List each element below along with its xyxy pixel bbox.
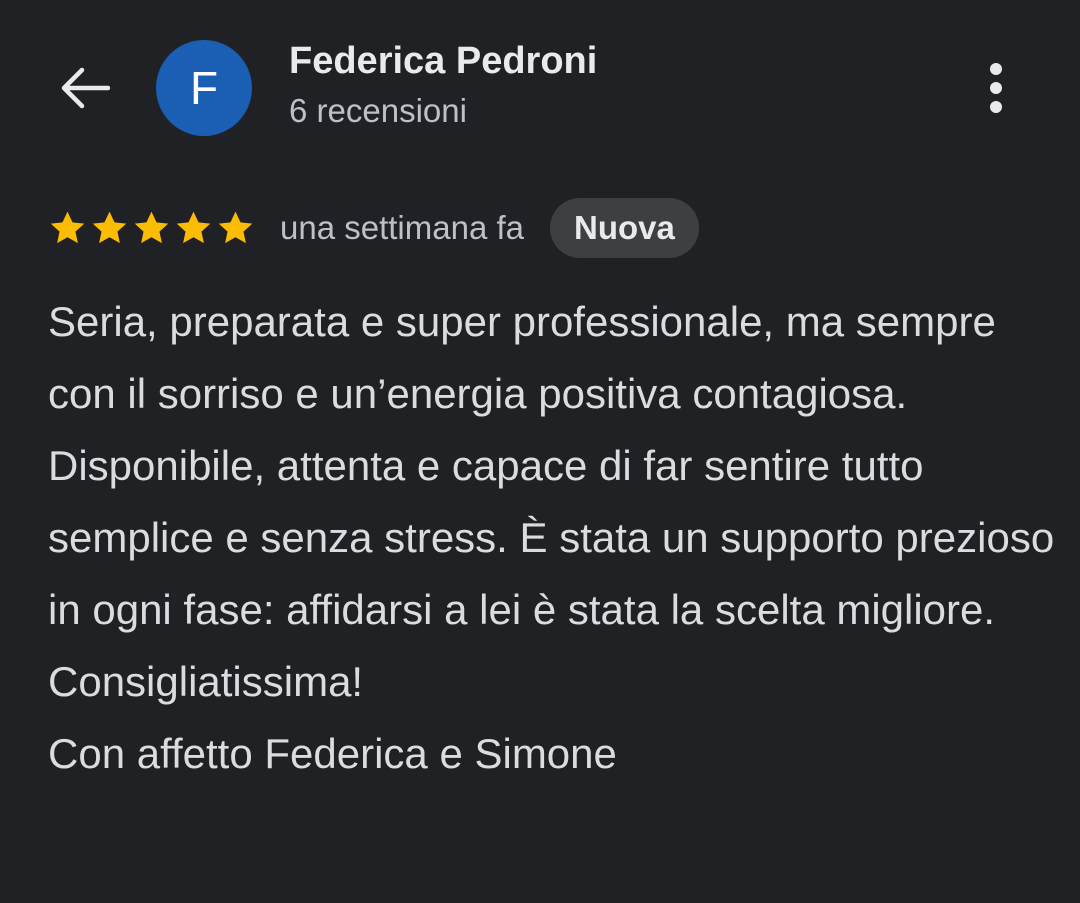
- new-badge: Nuova: [550, 198, 699, 258]
- review-text: Seria, preparata e super professionale, …: [48, 286, 1058, 790]
- review-paragraph: Disponibile, attenta e capace di far sen…: [48, 442, 1055, 705]
- star-icon: [218, 211, 253, 243]
- star-icon: [134, 211, 169, 243]
- review-count: 6 recensioni: [289, 92, 467, 129]
- more-vertical-icon-dot: [990, 82, 1002, 94]
- arrow-back-icon: [61, 67, 110, 109]
- review-paragraph: Seria, preparata e super professionale, …: [48, 298, 996, 417]
- star-icon: [176, 211, 211, 243]
- more-options-button[interactable]: [970, 56, 1022, 120]
- star-rating: [48, 209, 255, 248]
- star-icon: [50, 211, 85, 243]
- more-vertical-icon: [990, 63, 1002, 75]
- more-vertical-icon-dot: [990, 101, 1002, 113]
- review-paragraph: Con affetto Federica e Simone: [48, 730, 617, 777]
- avatar-initial: F: [189, 62, 219, 114]
- back-button[interactable]: [52, 58, 116, 118]
- star-icon: [92, 211, 127, 243]
- reviewer-name[interactable]: Federica Pedroni: [289, 40, 597, 83]
- review-time: una settimana fa: [280, 209, 524, 246]
- review-meta: una settimana fa Nuova: [48, 198, 699, 258]
- avatar[interactable]: F: [156, 40, 252, 136]
